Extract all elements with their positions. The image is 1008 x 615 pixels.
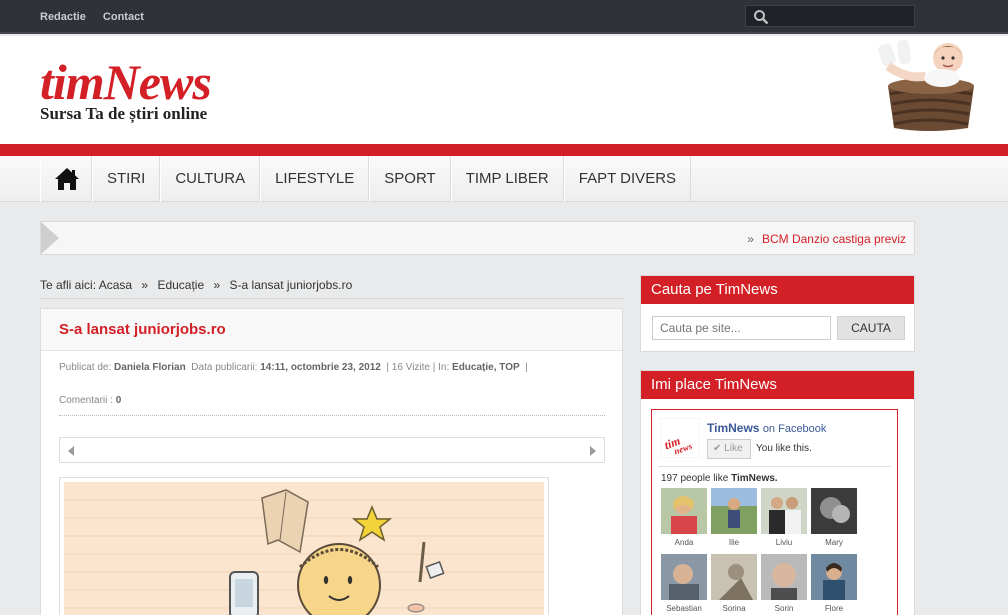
nav-item-timp-liber[interactable]: TIMP LIBER — [450, 156, 564, 202]
nav-item-stiri[interactable]: STIRI — [92, 156, 161, 202]
fan-name: Sorin — [774, 604, 794, 613]
breadcrumb-separator: » — [213, 278, 221, 292]
top-link-contact[interactable]: Contact — [103, 11, 144, 23]
article-image-frame — [59, 477, 549, 615]
top-search-box[interactable] — [745, 5, 915, 27]
breadcrumb-category[interactable]: Educație — [157, 278, 204, 292]
fan-avatar[interactable]: Anda — [661, 488, 707, 547]
comments-label: Comentarii : — [59, 395, 113, 406]
fan-name: Liviu — [775, 538, 793, 547]
search-icon[interactable] — [753, 9, 769, 25]
main-nav: STIRI CULTURA LIFESTYLE SPORT TIMP LIBER… — [0, 156, 1008, 202]
fb-count-page: TimNews. — [731, 473, 778, 484]
facebook-widget-title: Imi place TimNews — [641, 371, 914, 399]
nav-item-cultura[interactable]: CULTURA — [160, 156, 261, 202]
slider-prev-icon[interactable] — [68, 446, 74, 456]
article-illustration — [64, 482, 544, 615]
fan-photo — [711, 554, 757, 600]
fan-avatar[interactable]: Sorin — [761, 554, 807, 613]
like-button-label: Like — [724, 443, 743, 454]
article-comments: Comentarii : 0 — [59, 395, 121, 406]
meta-published-label: Publicat de: — [59, 362, 112, 373]
fan-avatar[interactable]: Ilie — [711, 488, 757, 547]
header-red-bar — [0, 144, 1008, 156]
nav-item-sport[interactable]: SPORT — [369, 156, 451, 202]
you-like-this: You like this. — [756, 443, 812, 454]
sidebar-facebook-widget: Imi place TimNews tim news TimNews on Fa… — [640, 370, 915, 615]
meta-visits: | 16 Vizite | In: — [386, 362, 450, 373]
ticker-item[interactable]: » BCM Danzio castiga previz — [747, 232, 906, 246]
baby-in-basket-image — [878, 39, 974, 131]
article-header: S-a lansat juniorjobs.ro — [41, 309, 622, 351]
breadcrumb-prefix: Te afli aici: — [40, 278, 97, 292]
fan-photo — [661, 488, 707, 534]
slider-next-icon[interactable] — [590, 446, 596, 456]
meta-trail: | — [525, 362, 528, 373]
meta-date: 14:11, octombrie 23, 2012 — [260, 362, 381, 373]
facebook-like-count: 197 people like TimNews. — [661, 473, 778, 484]
fan-photo — [761, 554, 807, 600]
timnews-mini-logo[interactable]: tim news — [660, 418, 700, 458]
site-logo[interactable]: timNews Sursa Ta de știri online — [40, 54, 212, 124]
meta-categories[interactable]: Educație, TOP — [452, 362, 520, 373]
meta-divider — [59, 415, 605, 416]
fan-photo — [811, 488, 857, 534]
top-link-redactie[interactable]: Redactie — [40, 11, 86, 23]
breadcrumb-divider — [40, 298, 623, 299]
facebook-like-box: tim news TimNews on Facebook ✔ Like You … — [651, 409, 898, 615]
fan-photo — [811, 554, 857, 600]
nav-item-lifestyle[interactable]: LIFESTYLE — [260, 156, 370, 202]
logo-tagline: Sursa Ta de știri online — [40, 104, 208, 123]
fan-photo — [711, 488, 757, 534]
meta-date-label: Data publicarii: — [191, 362, 258, 373]
facebook-page-name[interactable]: TimNews on Facebook — [707, 421, 826, 435]
meta-author[interactable]: Daniela Florian — [114, 362, 186, 373]
sidebar-search-button[interactable]: CAUTA — [837, 316, 905, 340]
site-header: timNews Sursa Ta de știri online — [0, 36, 1008, 144]
nav-home[interactable] — [40, 156, 92, 202]
top-bar: Redactie Contact — [0, 0, 1008, 34]
fan-name: Anda — [674, 538, 694, 547]
facebook-divider — [658, 466, 891, 467]
nav-item-fapt-divers[interactable]: FAPT DIVERS — [563, 156, 692, 202]
fan-avatar[interactable]: Sorina — [711, 554, 757, 613]
fb-page-name[interactable]: TimNews — [707, 421, 759, 435]
breadcrumb-home[interactable]: Acasa — [99, 278, 132, 292]
sidebar-search-widget: Cauta pe TimNews CAUTA — [640, 275, 915, 352]
fan-avatar[interactable]: Flore — [811, 554, 857, 613]
share-slider — [59, 437, 605, 463]
logo-brand: timNews — [40, 54, 212, 110]
comments-count[interactable]: 0 — [116, 395, 122, 406]
fan-name: Sebastian — [666, 604, 702, 613]
check-icon: ✔ — [713, 443, 722, 454]
article-meta: Publicat de: Daniela Florian Data public… — [59, 362, 609, 373]
fb-on-facebook[interactable]: on Facebook — [763, 423, 827, 435]
ticker-bullet: » — [747, 232, 754, 246]
fan-avatar[interactable]: Sebastian — [661, 554, 707, 613]
ticker-headline[interactable]: BCM Danzio castiga previz — [762, 232, 906, 246]
article-card: S-a lansat juniorjobs.ro Publicat de: Da… — [40, 308, 623, 615]
sidebar-search-input[interactable] — [652, 316, 831, 340]
fan-name: Ilie — [728, 538, 740, 547]
facebook-like-button[interactable]: ✔ Like — [707, 439, 751, 459]
search-widget-title: Cauta pe TimNews — [641, 276, 914, 304]
breadcrumb: Te afli aici: Acasa » Educație » S-a lan… — [40, 278, 352, 292]
fan-photo — [761, 488, 807, 534]
home-icon — [55, 168, 79, 190]
fan-name: Sorina — [722, 604, 746, 613]
top-search-input[interactable] — [774, 8, 910, 25]
article-title[interactable]: S-a lansat juniorjobs.ro — [59, 321, 226, 338]
fan-avatar[interactable]: Liviu — [761, 488, 807, 547]
top-links: Redactie Contact — [40, 11, 158, 23]
news-ticker: » BCM Danzio castiga previz — [40, 221, 915, 255]
fan-avatar[interactable]: Mary — [811, 488, 857, 547]
fb-count-prefix: 197 people like — [661, 473, 729, 484]
breadcrumb-current: S-a lansat juniorjobs.ro — [229, 278, 353, 292]
breadcrumb-separator: » — [141, 278, 149, 292]
fan-photo — [661, 554, 707, 600]
fan-name: Mary — [825, 538, 843, 547]
fan-name: Flore — [824, 604, 844, 613]
ticker-arrow-icon — [41, 222, 59, 254]
